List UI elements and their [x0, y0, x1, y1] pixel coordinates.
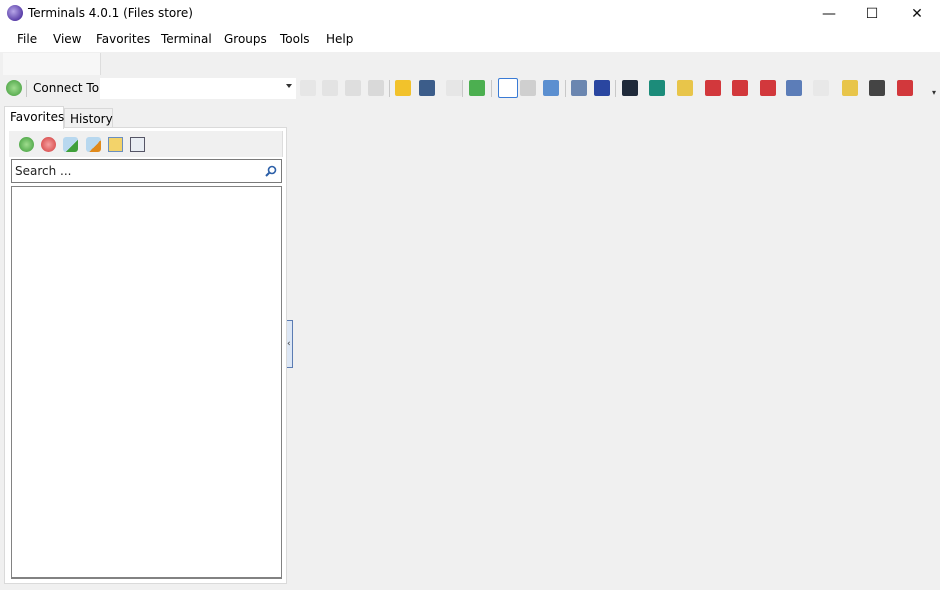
terminals-app-icon	[7, 5, 23, 21]
screen-icon[interactable]	[300, 80, 316, 96]
menu-terminal[interactable]: Terminal	[161, 32, 212, 46]
toolbar-separator	[462, 80, 463, 97]
favorite-star-icon[interactable]	[395, 80, 411, 96]
toolbox-icon-2[interactable]	[732, 80, 748, 96]
favorites-search[interactable]: Search ...	[11, 159, 282, 183]
connect-to-combobox[interactable]	[100, 78, 296, 99]
favorites-tree[interactable]	[11, 186, 282, 579]
maximize-button[interactable]: ☐	[849, 0, 895, 28]
printer-icon[interactable]	[869, 80, 885, 96]
edit-terminal-icon[interactable]	[677, 80, 693, 96]
plug-icon[interactable]	[368, 80, 384, 96]
screen-settings-icon[interactable]	[322, 80, 338, 96]
menu-favorites[interactable]: Favorites	[96, 32, 150, 46]
add-favorite-icon[interactable]	[19, 137, 34, 152]
fullscreen-icon[interactable]	[469, 80, 485, 96]
menu-file[interactable]: File	[17, 32, 37, 46]
screen-disabled-icon[interactable]	[345, 80, 361, 96]
remove-favorite-icon[interactable]	[41, 137, 56, 152]
search-icon[interactable]	[265, 165, 277, 177]
toolbar-overflow-button[interactable]: ▾	[929, 88, 939, 100]
lock-server-icon[interactable]	[842, 80, 858, 96]
sidebar-collapse-splitter[interactable]: ‹	[287, 320, 293, 368]
network-map-icon[interactable]	[786, 80, 802, 96]
toolbar-separator	[615, 80, 616, 97]
import-icon[interactable]	[108, 137, 123, 152]
camera-icon[interactable]	[520, 80, 536, 96]
menu-help[interactable]: Help	[326, 32, 353, 46]
code-view-icon[interactable]	[498, 78, 518, 98]
close-button[interactable]: ✕	[894, 0, 940, 28]
menu-view[interactable]: View	[53, 32, 81, 46]
menu-tools[interactable]: Tools	[280, 32, 310, 46]
computer-icon[interactable]	[594, 80, 610, 96]
toolbar-separator	[26, 80, 27, 97]
menu-bar: File View Favorites Terminal Groups Tool…	[0, 28, 940, 52]
title-bar: Terminals 4.0.1 (Files store) — ☐ ✕	[0, 0, 940, 28]
minimize-button[interactable]: —	[806, 0, 852, 28]
tab-favorites[interactable]: Favorites	[4, 106, 64, 129]
toolbox-icon-3[interactable]	[760, 80, 776, 96]
chevron-down-icon[interactable]	[286, 84, 292, 88]
toolbar-separator	[565, 80, 566, 97]
screen-capture-icon[interactable]	[543, 80, 559, 96]
remove-tag-icon[interactable]	[86, 137, 101, 152]
menu-groups[interactable]: Groups	[224, 32, 267, 46]
keyboard-icon[interactable]	[446, 80, 462, 96]
empty-toolstrip	[3, 53, 101, 75]
collapse-all-icon[interactable]	[130, 137, 145, 152]
toolbox-icon-4[interactable]	[897, 80, 913, 96]
tab-history[interactable]: History	[64, 108, 113, 128]
connect-to-label: Connect To:	[33, 81, 104, 95]
settings-document-icon[interactable]	[813, 80, 829, 96]
toolbox-icon-1[interactable]	[705, 80, 721, 96]
new-connection-icon[interactable]	[6, 80, 22, 96]
favorites-panel: Search ...	[4, 127, 287, 584]
computer-network-icon[interactable]	[571, 80, 587, 96]
toolbar-separator	[491, 80, 492, 97]
network-tool-icon[interactable]	[649, 80, 665, 96]
add-tag-icon[interactable]	[63, 137, 78, 152]
terminal-console-icon[interactable]	[622, 80, 638, 96]
search-input[interactable]: Search ...	[15, 164, 71, 178]
favorites-toolbar	[9, 131, 283, 157]
toolbar-separator	[389, 80, 390, 97]
window-title: Terminals 4.0.1 (Files store)	[28, 6, 193, 20]
chevron-left-icon: ‹	[287, 339, 291, 349]
organize-favorites-icon[interactable]	[419, 80, 435, 96]
